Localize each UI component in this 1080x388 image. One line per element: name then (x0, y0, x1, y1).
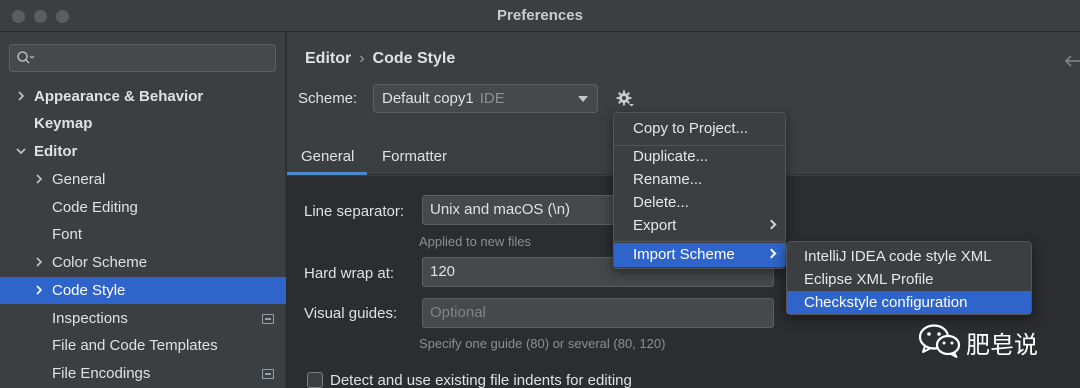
breadcrumb: Editor › Code Style (305, 50, 455, 68)
breadcrumb-separator: › (359, 50, 365, 67)
menu-item-label: Import Scheme (633, 246, 735, 263)
submenu-item-checkstyle[interactable]: Checkstyle configuration (787, 291, 1031, 314)
menu-item-rename[interactable]: Rename... (614, 168, 785, 192)
chevron-right-icon[interactable] (34, 257, 44, 267)
wechat-logo-icon (918, 324, 961, 358)
watermark: 肥皂说 (918, 319, 1058, 363)
sidebar-item-label: Code Editing (52, 199, 138, 216)
sidebar-item-label: Color Scheme (52, 254, 148, 271)
hard-wrap-label: Hard wrap at: (304, 265, 395, 282)
active-tab-indicator (287, 172, 367, 175)
sidebar-item-label: Keymap (34, 115, 93, 132)
sidebar-item-code-style[interactable]: Code Style (0, 277, 286, 304)
detect-indents-checkbox[interactable] (307, 372, 323, 388)
menu-item-label: Export (633, 217, 677, 234)
menu-item-copy-to-project[interactable]: Copy to Project... (614, 117, 785, 141)
sidebar-item-label: General (52, 171, 106, 188)
project-level-icon (262, 369, 274, 379)
line-separator-note: Applied to new files (419, 234, 532, 249)
scheme-actions-menu: Copy to Project... Duplicate... Rename..… (613, 112, 786, 269)
menu-item-delete[interactable]: Delete... (614, 191, 785, 215)
chevron-down-icon[interactable] (16, 146, 26, 156)
sidebar-item-label: Inspections (52, 310, 128, 327)
sidebar-item-general[interactable]: General (0, 166, 286, 193)
watermark-text: 肥皂说 (966, 331, 1038, 359)
detect-indents-label: Detect and use existing file indents for… (330, 372, 632, 388)
project-level-icon (262, 314, 274, 324)
menu-item-export[interactable]: Export (614, 214, 785, 238)
submenu-item-intellij-xml[interactable]: IntelliJ IDEA code style XML (787, 245, 1031, 268)
menu-item-import-scheme[interactable]: Import Scheme (614, 243, 785, 267)
line-separator-select[interactable]: Unix and macOS (\n) (422, 195, 622, 225)
sidebar-item-appearance-behavior[interactable]: Appearance & Behavior (0, 83, 286, 110)
sidebar-item-file-code-templates[interactable]: File and Code Templates (0, 332, 286, 359)
chevron-right-icon[interactable] (16, 91, 26, 101)
sidebar-item-color-scheme[interactable]: Color Scheme (0, 249, 286, 276)
sidebar-item-label: File and Code Templates (52, 337, 218, 354)
visual-guides-input[interactable]: Optional (422, 298, 774, 328)
visual-guides-note: Specify one guide (80) or several (80, 1… (419, 336, 666, 351)
sidebar-item-font[interactable]: Font (0, 221, 286, 248)
visual-guides-label: Visual guides: (304, 305, 398, 322)
title-bar: Preferences (0, 0, 1080, 32)
sidebar-item-label: Appearance & Behavior (34, 88, 204, 105)
sidebar-item-label: Code Style (52, 282, 126, 299)
search-input[interactable] (9, 44, 276, 72)
chevron-right-icon[interactable] (34, 285, 44, 295)
sidebar-item-code-editing[interactable]: Code Editing (0, 194, 286, 221)
line-separator-label: Line separator: (304, 203, 405, 220)
sidebar-item-inspections[interactable]: Inspections (0, 305, 286, 332)
dropdown-caret-icon (578, 96, 588, 102)
breadcrumb-current: Code Style (372, 50, 456, 67)
sidebar-item-label: Font (52, 226, 83, 243)
gear-icon[interactable] (615, 89, 635, 109)
sidebar-item-label: File Encodings (52, 365, 151, 382)
tab-general[interactable]: General (301, 148, 354, 165)
back-arrow-icon[interactable] (1064, 54, 1080, 68)
menu-separator (614, 241, 785, 242)
submenu-arrow-icon (766, 219, 777, 230)
settings-sidebar: Appearance & Behavior Keymap Editor Gene… (0, 32, 286, 388)
window-title: Preferences (497, 7, 583, 24)
tab-formatter[interactable]: Formatter (382, 148, 447, 165)
sidebar-item-editor[interactable]: Editor (0, 138, 286, 165)
sidebar-item-keymap[interactable]: Keymap (0, 110, 286, 137)
scheme-value: Default copy1 (382, 90, 474, 107)
breadcrumb-parent[interactable]: Editor (305, 50, 351, 67)
menu-item-duplicate[interactable]: Duplicate... (614, 145, 785, 169)
search-icon (17, 51, 35, 64)
scheme-label: Scheme: (298, 90, 358, 107)
submenu-arrow-icon (766, 248, 777, 259)
sidebar-item-label: Editor (34, 143, 78, 160)
chevron-right-icon[interactable] (34, 174, 44, 184)
scheme-hint: IDE (479, 90, 505, 107)
submenu-item-eclipse-xml[interactable]: Eclipse XML Profile (787, 268, 1031, 291)
sidebar-item-file-encodings[interactable]: File Encodings (0, 360, 286, 387)
import-scheme-submenu: IntelliJ IDEA code style XML Eclipse XML… (786, 241, 1032, 315)
scheme-dropdown[interactable]: Default copy1 IDE (373, 84, 598, 113)
